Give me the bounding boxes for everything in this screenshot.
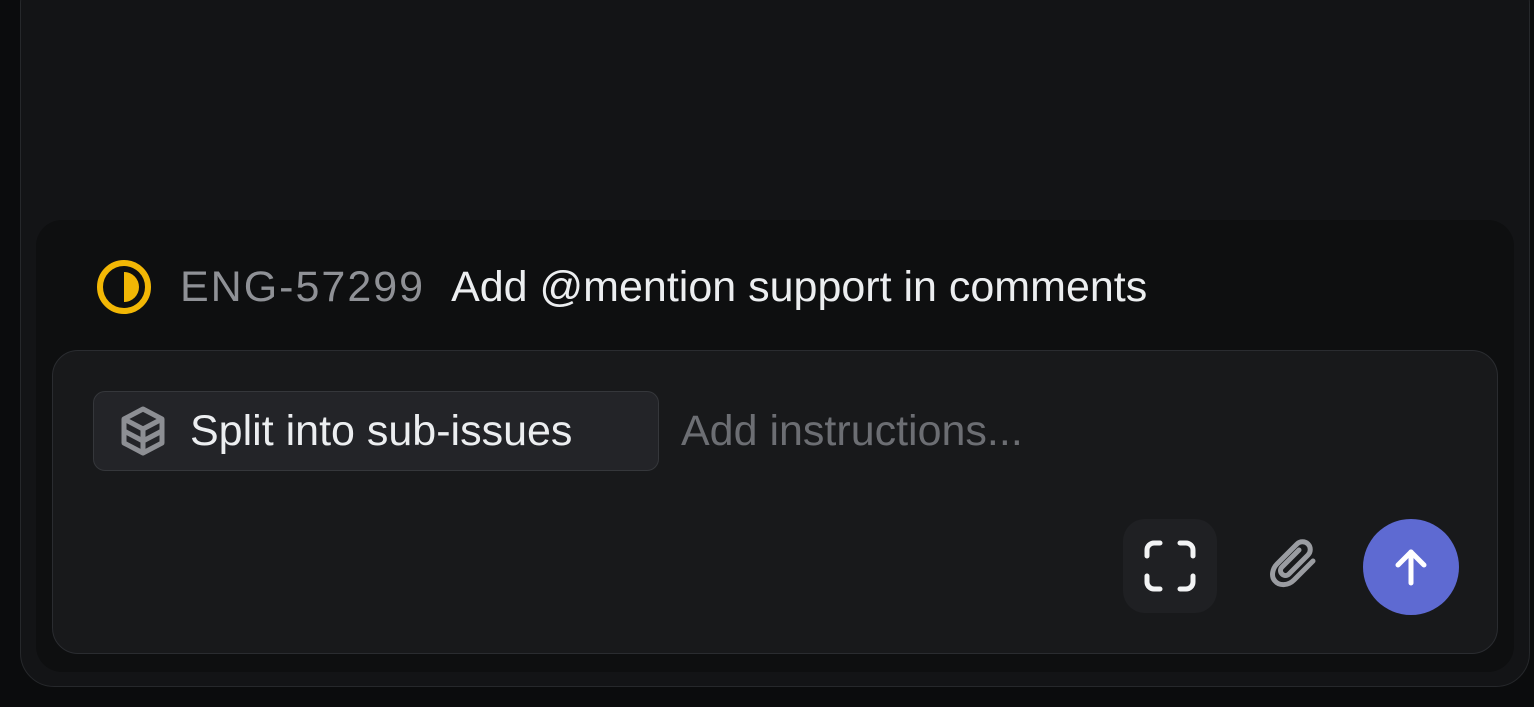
instructions-input[interactable] — [681, 391, 1441, 471]
send-button[interactable] — [1363, 519, 1459, 615]
issue-identifier: ENG-57299 — [180, 262, 426, 311]
scan-frame-icon — [1144, 540, 1196, 592]
cube-icon — [121, 406, 165, 456]
issue-header: ENG-57299 Add @mention support in commen… — [96, 258, 1147, 316]
paperclip-icon — [1270, 539, 1316, 588]
chip-label: Split into sub-issues — [190, 406, 573, 455]
prompt-composer: Split into sub-issues — [52, 350, 1498, 654]
issue-title: Add @mention support in comments — [451, 262, 1148, 311]
in-progress-status-icon — [97, 260, 151, 314]
attach-button[interactable] — [1249, 519, 1343, 613]
scan-button[interactable] — [1123, 519, 1217, 613]
arrow-up-icon — [1395, 549, 1427, 586]
split-sub-issues-chip[interactable]: Split into sub-issues — [93, 391, 659, 471]
